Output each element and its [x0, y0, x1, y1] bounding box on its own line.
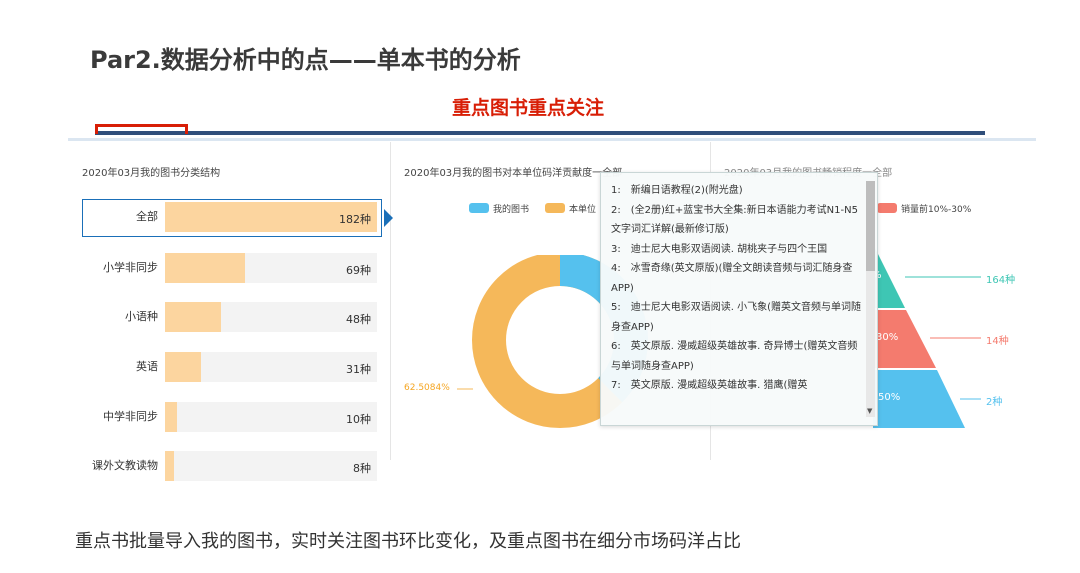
category-count: 182种	[339, 213, 371, 226]
header-bar	[95, 131, 985, 135]
tooltip-book-list: 1: 新编日语教程(2)(附光盘) 2: (全2册)红+蓝宝书大全集:新日本语能力…	[611, 181, 861, 396]
book-list-tooltip[interactable]: 1: 新编日语教程(2)(附光盘) 2: (全2册)红+蓝宝书大全集:新日本语能力…	[600, 172, 878, 426]
category-count: 8种	[353, 462, 371, 475]
tooltip-book-item: 1: 新编日语教程(2)(附光盘)	[611, 185, 743, 196]
category-label: 英语	[136, 360, 158, 373]
category-bar	[165, 352, 201, 382]
scrollbar-thumb[interactable]	[866, 181, 875, 271]
legend-label: 本单位	[569, 205, 597, 215]
category-bar-track: 10种	[165, 402, 377, 432]
category-bar	[165, 302, 221, 332]
legend-top-sales[interactable]: 销量前10%-30%	[877, 202, 971, 215]
slide-caption: 重点书批量导入我的图书，实时关注图书环比变化，及重点图书在细分市场码洋占比	[75, 531, 741, 552]
category-label: 全部	[136, 210, 158, 223]
category-bar-track: 8种	[165, 451, 377, 481]
category-row[interactable]: 全部 182种	[82, 199, 382, 237]
funnel-leaders	[905, 276, 981, 400]
legend-label: 销量前10%-30%	[901, 205, 972, 215]
legend-swatch	[545, 203, 565, 213]
category-bar	[165, 451, 174, 481]
category-row[interactable]: 英语 31种	[82, 349, 382, 383]
tooltip-book-item: 3: 迪士尼大电影双语阅读. 胡桃夹子与四个王国	[611, 243, 828, 255]
legend-my-books[interactable]: 我的图书	[469, 202, 529, 215]
tooltip-scrollbar[interactable]: ▼	[866, 181, 875, 417]
tooltip-book-item: 2: (全2册)红+蓝宝书大全集:新日本语能力考试N1-N5文字词汇详解(最新修…	[611, 204, 858, 236]
tooltip-book-item: 6: 英文原版. 漫威超级英雄故事. 奇异博士(赠英文音频与单词随身查APP)	[611, 341, 858, 372]
highlight-heading: 重点图书重点关注	[452, 97, 605, 119]
legend-label: 我的图书	[493, 205, 530, 215]
category-bar	[165, 253, 245, 283]
legend-swatch	[469, 203, 489, 213]
selected-arrow-icon	[384, 209, 393, 227]
category-label: 小学非同步	[103, 261, 158, 274]
header-bracket	[95, 124, 188, 134]
donut-percent-label: 62.5084%	[404, 383, 450, 393]
category-row[interactable]: 小学非同步 69种	[82, 250, 382, 284]
category-label: 中学非同步	[103, 410, 158, 423]
category-count: 48种	[346, 313, 371, 326]
tooltip-book-item: 7: 英文原版. 漫威超级英雄故事. 猎鹰(赠英	[611, 380, 808, 391]
category-count: 31种	[346, 363, 371, 376]
category-row[interactable]: 课外文教读物 8种	[82, 448, 382, 482]
funnel-value-top: 164种	[986, 275, 1016, 286]
tooltip-book-item: 5: 迪士尼大电影双语阅读. 小飞象(赠英文音频与单词随身查APP)	[611, 302, 861, 333]
category-count: 69种	[346, 264, 371, 277]
funnel-value-bottom: 2种	[986, 397, 1003, 408]
funnel-label-mid: 30%	[876, 332, 899, 343]
category-bar-track: 182种	[165, 202, 377, 232]
legend-unit[interactable]: 本单位	[545, 202, 596, 215]
category-bar-track: 31种	[165, 352, 377, 382]
category-panel-title: 2020年03月我的图书分类结构	[82, 168, 221, 179]
category-bar-track: 69种	[165, 253, 377, 283]
legend-swatch	[877, 203, 897, 213]
category-bar-track: 48种	[165, 302, 377, 332]
category-row[interactable]: 小语种 48种	[82, 299, 382, 333]
category-label: 小语种	[125, 310, 158, 323]
contribution-panel-title: 2020年03月我的图书对本单位码洋贡献度一全部	[404, 168, 623, 179]
funnel-label-bottom: 50%	[878, 392, 901, 403]
category-count: 10种	[346, 413, 371, 426]
panel-divider	[390, 142, 391, 460]
category-row[interactable]: 中学非同步 10种	[82, 399, 382, 433]
tooltip-book-item: 4: 冰雪奇缘(英文原版)(赠全文朗读音频与词汇随身查APP)	[611, 263, 853, 294]
scroll-down-icon[interactable]: ▼	[867, 407, 872, 415]
category-bar	[165, 402, 177, 432]
slide-title: Par2.数据分析中的点——单本书的分析	[90, 46, 521, 74]
funnel-value-mid: 14种	[986, 336, 1009, 347]
category-label: 课外文教读物	[92, 459, 158, 472]
